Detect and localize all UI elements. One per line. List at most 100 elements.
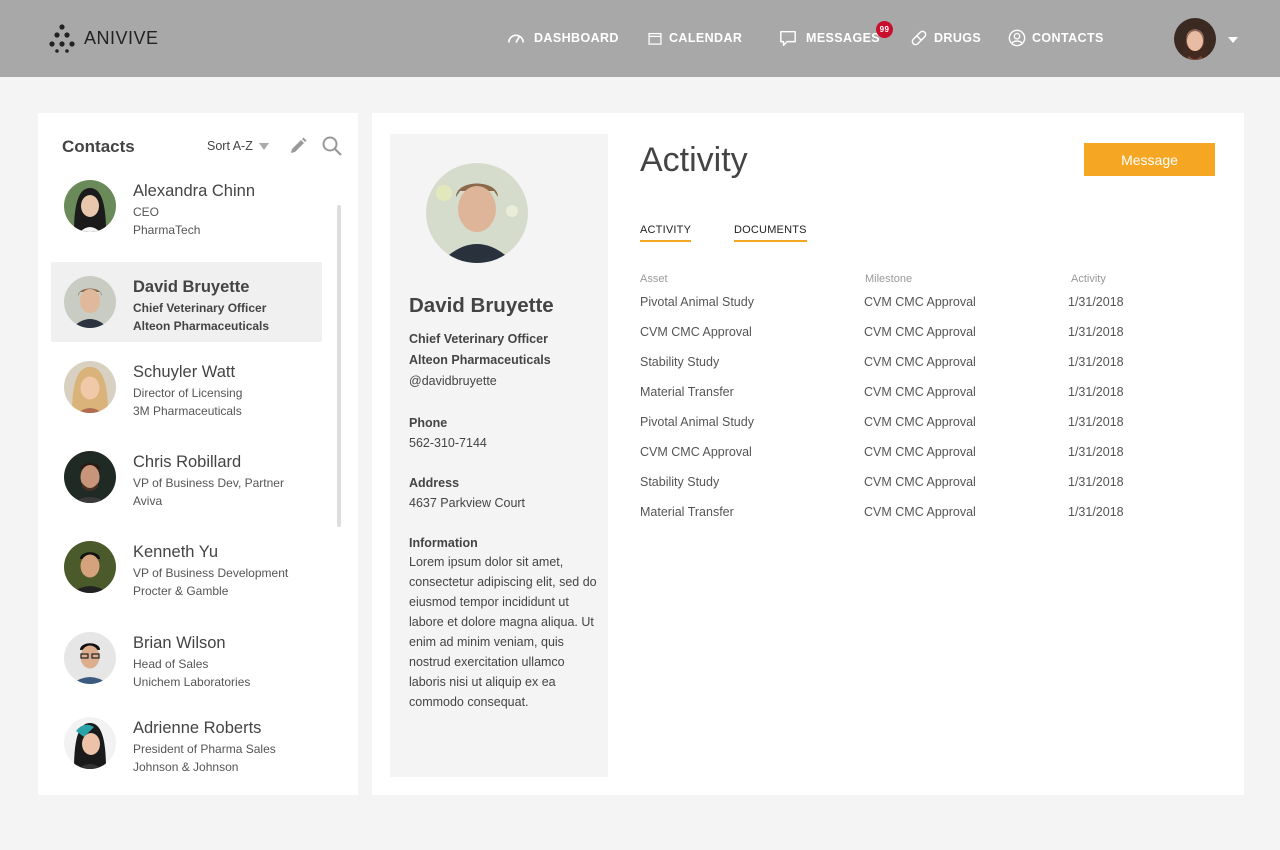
cell-milestone: CVM CMC Approval: [864, 415, 976, 429]
cell-asset: Material Transfer: [640, 505, 734, 519]
cell-asset: Stability Study: [640, 475, 720, 489]
app-logo[interactable]: ANIVIVE: [48, 22, 159, 54]
avatar: [64, 717, 116, 769]
phone-label: Phone: [409, 416, 448, 430]
cell-milestone: CVM CMC Approval: [864, 355, 976, 369]
avatar: [64, 180, 116, 232]
contact-list-item[interactable]: Adrienne Roberts President of Pharma Sal…: [51, 703, 322, 783]
sort-label: Sort A-Z: [207, 139, 253, 153]
nav-contacts-label: CONTACTS: [1032, 31, 1104, 45]
contact-role: Head of Sales: [133, 657, 209, 671]
contact-list-item[interactable]: Chris Robillard VP of Business Dev, Part…: [51, 437, 322, 517]
avatar: [64, 632, 116, 684]
cell-asset: Pivotal Animal Study: [640, 415, 754, 429]
contact-company: Alteon Pharmaceuticals: [133, 319, 270, 333]
cell-asset: Pivotal Animal Study: [640, 295, 754, 309]
information-label: Information: [409, 536, 478, 550]
cell-date: 1/31/2018: [1068, 505, 1124, 519]
user-avatar[interactable]: [1174, 18, 1216, 60]
address-value: 4637 Parkview Court: [409, 496, 526, 510]
profile-name: David Bruyette: [409, 294, 554, 317]
contact-list-item[interactable]: Kenneth Yu VP of Business Development Pr…: [51, 527, 322, 607]
pill-icon: [911, 30, 927, 46]
cell-milestone: CVM CMC Approval: [864, 445, 976, 459]
phone-value[interactable]: 562-310-7144: [409, 436, 487, 450]
avatar: [64, 361, 116, 413]
nav-messages-label: MESSAGES: [806, 31, 881, 45]
nav-drugs[interactable]: DRUGS: [910, 28, 981, 48]
contact-list-item[interactable]: Schuyler Watt Director of Licensing 3M P…: [51, 347, 322, 427]
contact-name: Alexandra Chinn: [133, 182, 255, 200]
profile-handle[interactable]: @davidbruyette: [409, 374, 497, 388]
main-panel: David Bruyette Chief Veterinary Officer …: [372, 113, 1244, 795]
profile-title: Chief Veterinary Officer: [409, 332, 548, 346]
contact-name: Schuyler Watt: [133, 363, 236, 381]
information-text: Lorem ipsum dolor sit amet, consectetur …: [409, 555, 597, 709]
address-label: Address: [409, 476, 460, 490]
app-name: ANIVIVE: [84, 27, 159, 48]
gauge-icon: [507, 34, 525, 43]
cell-asset: Material Transfer: [640, 385, 734, 399]
pencil-icon[interactable]: [288, 136, 308, 156]
calendar-icon: [648, 32, 662, 45]
user-photo: [1174, 18, 1216, 60]
contact-name: Brian Wilson: [133, 634, 226, 652]
cell-date: 1/31/2018: [1068, 385, 1124, 399]
message-button[interactable]: Message: [1084, 143, 1215, 176]
contacts-panel: Contacts Sort A-Z Alexandra Chinn CEO Ph…: [38, 113, 358, 795]
profile-card: David Bruyette Chief Veterinary Officer …: [390, 134, 608, 777]
column-header-asset: Asset: [640, 273, 668, 285]
caret-down-icon: [258, 142, 269, 150]
contact-name: David Bruyette: [133, 278, 250, 296]
cell-asset: Stability Study: [640, 355, 720, 369]
column-header-milestone: Milestone: [865, 273, 913, 285]
nav-drugs-label: DRUGS: [934, 31, 982, 45]
contact-name: Chris Robillard: [133, 453, 242, 471]
cell-milestone: CVM CMC Approval: [864, 295, 976, 309]
profile-avatar: [426, 163, 528, 263]
contact-company: Unichem Laboratories: [133, 675, 251, 689]
cell-milestone: CVM CMC Approval: [864, 385, 976, 399]
contact-name: Kenneth Yu: [133, 543, 219, 561]
contact-list-item[interactable]: Alexandra Chinn CEO PharmaTech: [51, 166, 322, 246]
cell-asset: CVM CMC Approval: [640, 325, 752, 339]
contact-person-icon: [1008, 29, 1026, 47]
contact-name: Adrienne Roberts: [133, 719, 262, 737]
contact-list-item[interactable]: Brian Wilson Head of Sales Unichem Labor…: [51, 618, 322, 698]
cell-date: 1/31/2018: [1068, 355, 1124, 369]
search-icon[interactable]: [321, 135, 343, 157]
contact-company: 3M Pharmaceuticals: [133, 404, 242, 418]
contact-company: Johnson & Johnson: [133, 760, 239, 774]
cell-date: 1/31/2018: [1068, 295, 1124, 309]
nav-dashboard[interactable]: DASHBOARD: [507, 28, 619, 48]
tab-documents[interactable]: DOCUMENTS: [734, 224, 807, 242]
contacts-scrollbar[interactable]: [337, 205, 341, 527]
contact-company: Aviva: [133, 494, 163, 508]
avatar: [64, 451, 116, 503]
top-navigation-bar: ANIVIVE DASHBOARD CALENDAR MESSAGES 99 D…: [0, 0, 1280, 77]
page-title: Activity: [640, 141, 748, 179]
cell-milestone: CVM CMC Approval: [864, 475, 976, 489]
chat-bubble-icon: [780, 30, 796, 46]
cell-date: 1/31/2018: [1068, 475, 1124, 489]
cell-milestone: CVM CMC Approval: [864, 505, 976, 519]
contacts-title: Contacts: [62, 137, 135, 156]
logo-icon: [49, 24, 75, 53]
nav-dashboard-label: DASHBOARD: [534, 31, 619, 45]
profile-company: Alteon Pharmaceuticals: [409, 353, 551, 367]
column-header-activity: Activity: [1071, 273, 1106, 285]
nav-messages[interactable]: MESSAGES 99: [779, 21, 893, 48]
sort-dropdown[interactable]: Sort A-Z: [207, 139, 269, 153]
tab-activity[interactable]: ACTIVITY: [640, 224, 692, 242]
contact-role: Director of Licensing: [133, 386, 243, 400]
cell-date: 1/31/2018: [1068, 415, 1124, 429]
cell-date: 1/31/2018: [1068, 445, 1124, 459]
contact-list-item-selected[interactable]: David Bruyette Chief Veterinary Officer …: [51, 262, 322, 342]
contact-role: VP of Business Dev, Partner: [133, 476, 284, 490]
nav-calendar-label: CALENDAR: [669, 31, 743, 45]
user-menu-caret-icon[interactable]: [1228, 37, 1238, 43]
avatar: [64, 276, 116, 328]
nav-contacts[interactable]: CONTACTS: [1008, 28, 1104, 48]
nav-calendar[interactable]: CALENDAR: [648, 28, 742, 48]
messages-count-badge: 99: [876, 21, 893, 38]
